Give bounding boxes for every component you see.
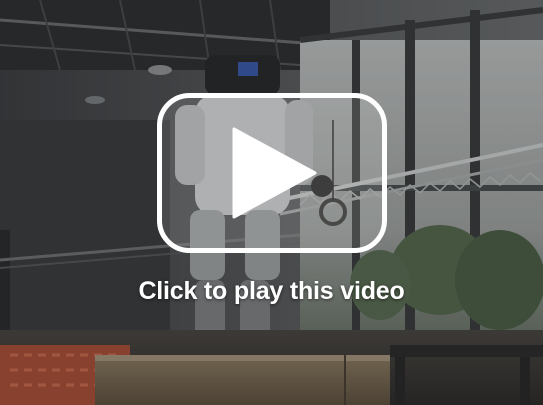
play-video-label[interactable]: Click to play this video [0,277,543,306]
play-button[interactable] [157,93,387,253]
video-player[interactable]: Click to play this video [0,0,543,405]
